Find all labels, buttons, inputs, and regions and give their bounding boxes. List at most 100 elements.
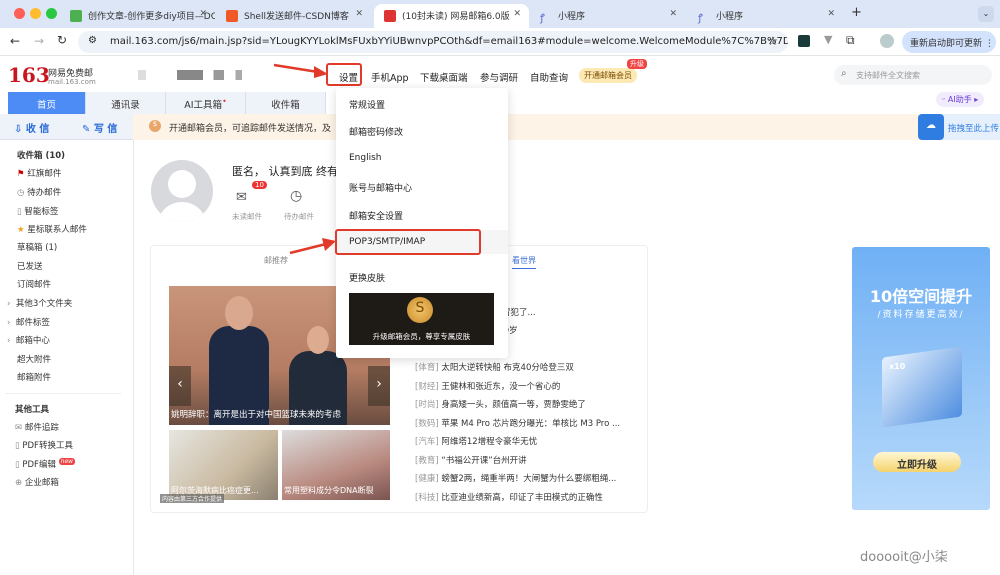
skin-promo[interactable]: S 升级邮箱会员，尊享专属皮肤	[349, 293, 494, 345]
news-thumbnail[interactable]: 阿尔茨海默病比癌症更...	[169, 430, 278, 500]
sidebar-item-smart-tags[interactable]: ▯ 智能标签	[17, 205, 58, 217]
extension-icon[interactable]	[798, 35, 810, 47]
browser-tab[interactable]: ꝭ 小程序 ✕	[688, 4, 843, 28]
browser-tab[interactable]: Shell发送邮件-CSDN博客 ✕	[216, 4, 371, 28]
sidebar-item-inbox[interactable]: 收件箱 (10)	[17, 149, 65, 161]
storage-upgrade-ad[interactable]: 10倍空间提升 /资料存储更高效/ x10 立即升级	[852, 247, 990, 510]
news-category: [体育]	[415, 363, 439, 373]
close-tab-icon[interactable]: ✕	[513, 9, 521, 19]
close-tab-icon[interactable]: ✕	[199, 9, 207, 19]
sidebar-item-drafts[interactable]: 草稿箱 (1)	[17, 241, 57, 253]
browser-tab[interactable]: ꝭ 小程序 ✕	[530, 4, 685, 28]
nav-mobile-app[interactable]: 手机App	[371, 70, 409, 84]
chevron-right-icon: ›	[7, 318, 11, 328]
nav-survey[interactable]: 参与调研	[480, 70, 518, 84]
menu-item-security[interactable]: 邮箱安全设置	[349, 209, 403, 222]
feed-tab-world[interactable]: 看世界	[512, 255, 536, 269]
minimize-window-button[interactable]	[30, 8, 41, 19]
reload-icon[interactable]: ↻	[57, 33, 67, 47]
sidebar-item-mail-tags[interactable]: › 邮件标签	[7, 316, 50, 328]
upgrade-now-button[interactable]: 立即升级	[873, 452, 961, 472]
tab-favicon-icon	[70, 10, 82, 22]
nav-desktop-download[interactable]: 下载桌面端	[420, 70, 468, 84]
bookmark-star-icon[interactable]: ☆	[767, 34, 778, 48]
ai-assistant-button[interactable]: ᵕ AI助手 ▸	[936, 92, 985, 107]
news-thumbnail[interactable]: 常用塑料成分令DNA断裂	[282, 430, 390, 500]
main-news-caption: 姚明辞职：离开是出于对中国篮球未来的考虑	[171, 410, 342, 420]
search-input[interactable]: ⌕ 支持邮件全文搜索	[834, 65, 992, 85]
back-icon[interactable]: ←	[10, 34, 20, 48]
news-item[interactable]: [教育] “书福公开课”台州开讲	[415, 454, 527, 466]
new-tab-icon[interactable]: +	[851, 5, 862, 20]
news-title: 苹果 M4 Pro 芯片跑分曝光：单核比 M3 Pro ...	[441, 418, 621, 429]
source-note: 内容由第三方合作提供	[160, 494, 225, 503]
menu-item-change-skin[interactable]: 更换皮肤	[349, 271, 385, 284]
sidebar-item-large-attachments[interactable]: 超大附件	[17, 353, 51, 365]
news-item[interactable]: [体育] 太阳大逆转快船 布克40分哈登三双	[415, 361, 574, 373]
nav-self-service[interactable]: 自助查询	[530, 70, 568, 84]
vip-button[interactable]: 开通邮箱会员	[579, 68, 637, 83]
mail-icon[interactable]: ✉	[236, 190, 247, 205]
tab-list-icon[interactable]: ⌄	[978, 6, 994, 22]
news-item[interactable]: [汽车] 阿维塔12增程令豪华无忧	[415, 435, 537, 447]
sidebar-item-flagged[interactable]: ⚑ 红旗邮件	[17, 167, 61, 179]
clock-icon: ◷	[17, 188, 25, 198]
sidebar-item-todo[interactable]: ◷ 待办邮件	[17, 186, 61, 198]
compose-button[interactable]: ✎ 写 信	[82, 120, 117, 135]
menu-item-english[interactable]: English	[349, 153, 382, 163]
clock-icon[interactable]: ◷	[290, 188, 302, 204]
browser-tab[interactable]: 创作文章-创作更多diy项目—DC ✕	[60, 4, 215, 28]
sidebar-item-starred[interactable]: ★ 星标联系人邮件	[17, 223, 87, 235]
close-tab-icon[interactable]: ✕	[355, 9, 363, 19]
tool-pdf-convert[interactable]: ▯ PDF转换工具	[15, 439, 73, 451]
news-item[interactable]: [数码] 苹果 M4 Pro 芯片跑分曝光：单核比 M3 Pro ...	[415, 417, 620, 429]
menu-item-account-center[interactable]: 账号与邮箱中心	[349, 181, 412, 194]
feed-tab-recommend[interactable]: 邮推荐	[264, 255, 288, 266]
sidebar-item-other-folders[interactable]: › 其他3个文件夹	[7, 297, 72, 309]
tool-pdf-edit[interactable]: ▯ PDF编辑 new	[15, 458, 76, 470]
tab-inbox[interactable]: 收件箱	[246, 92, 326, 114]
extension-icon[interactable]: ▼	[824, 33, 832, 46]
extensions-puzzle-icon[interactable]: ⧉	[846, 33, 855, 48]
url-field[interactable]: ⚙ mail.163.com/js6/main.jsp?sid=YLougKYYL…	[78, 31, 788, 53]
tab-ai-tools[interactable]: AI工具箱•	[166, 92, 246, 114]
close-window-button[interactable]	[14, 8, 25, 19]
tool-mail-tracking[interactable]: ✉ 邮件追踪	[15, 421, 59, 433]
carousel-prev-button[interactable]: ‹	[169, 366, 191, 406]
update-button[interactable]: 重新启动即可更新 ⋮	[902, 31, 996, 53]
avatar[interactable]	[151, 160, 213, 222]
tab-title: 小程序	[716, 12, 744, 22]
nav-settings[interactable]: 设置	[339, 70, 358, 84]
carousel-next-button[interactable]: ›	[368, 366, 390, 406]
menu-item-general-settings[interactable]: 常规设置	[349, 98, 385, 111]
tab-home[interactable]: 首页	[8, 92, 86, 114]
news-item[interactable]: [财经] 王健林和张近东，没一个省心的	[415, 380, 560, 392]
star-icon: ★	[17, 225, 25, 235]
greeting: 匿名， 认真到底 终有	[232, 165, 338, 178]
sidebar-item-attachments[interactable]: 邮箱附件	[17, 371, 51, 383]
vip-banner[interactable]: $ 开通邮箱会员，可追踪邮件发送情况，及	[133, 114, 1000, 140]
tool-enterprise-mail[interactable]: ⊕ 企业邮箱	[15, 476, 59, 488]
forward-icon[interactable]: →	[34, 34, 44, 48]
sidebar-item-subscriptions[interactable]: 订阅邮件	[17, 278, 51, 290]
browser-tab-active[interactable]: (10封未读) 网易邮箱6.0版 ✕	[374, 4, 529, 28]
tab-title: 创作文章-创作更多diy项目—DC	[88, 12, 215, 22]
logo[interactable]: 163	[8, 63, 50, 87]
receive-button[interactable]: ⇩ 收 信	[14, 120, 49, 135]
close-tab-icon[interactable]: ✕	[669, 9, 677, 19]
maximize-window-button[interactable]	[46, 8, 57, 19]
upload-dropzone[interactable]: ☁ 拖拽至此上传	[918, 114, 1000, 140]
menu-item-change-password[interactable]: 邮箱密码修改	[349, 125, 403, 138]
news-item[interactable]: [时尚] 身高矮一头，颜值高一等，贾静雯绝了	[415, 398, 586, 410]
ai-assistant-label: AI助手	[947, 95, 972, 104]
news-item[interactable]: [科技] 比亚迪业绩新高，印证了丰田模式的正确性	[415, 491, 603, 503]
profile-avatar[interactable]	[880, 34, 894, 48]
news-item[interactable]: [健康] 螃蟹2两，绳重半两！大闸蟹为什么要绑粗绳...	[415, 472, 616, 484]
unread-label[interactable]: 未读邮件	[232, 211, 262, 222]
todo-label[interactable]: 待办邮件	[284, 211, 314, 222]
site-info-icon[interactable]: ⚙	[88, 35, 97, 46]
close-tab-icon[interactable]: ✕	[827, 9, 835, 19]
sidebar-item-mail-center[interactable]: › 邮箱中心	[7, 334, 50, 346]
tab-contacts[interactable]: 通讯录	[86, 92, 166, 114]
sidebar-item-sent[interactable]: 已发送	[17, 260, 43, 272]
